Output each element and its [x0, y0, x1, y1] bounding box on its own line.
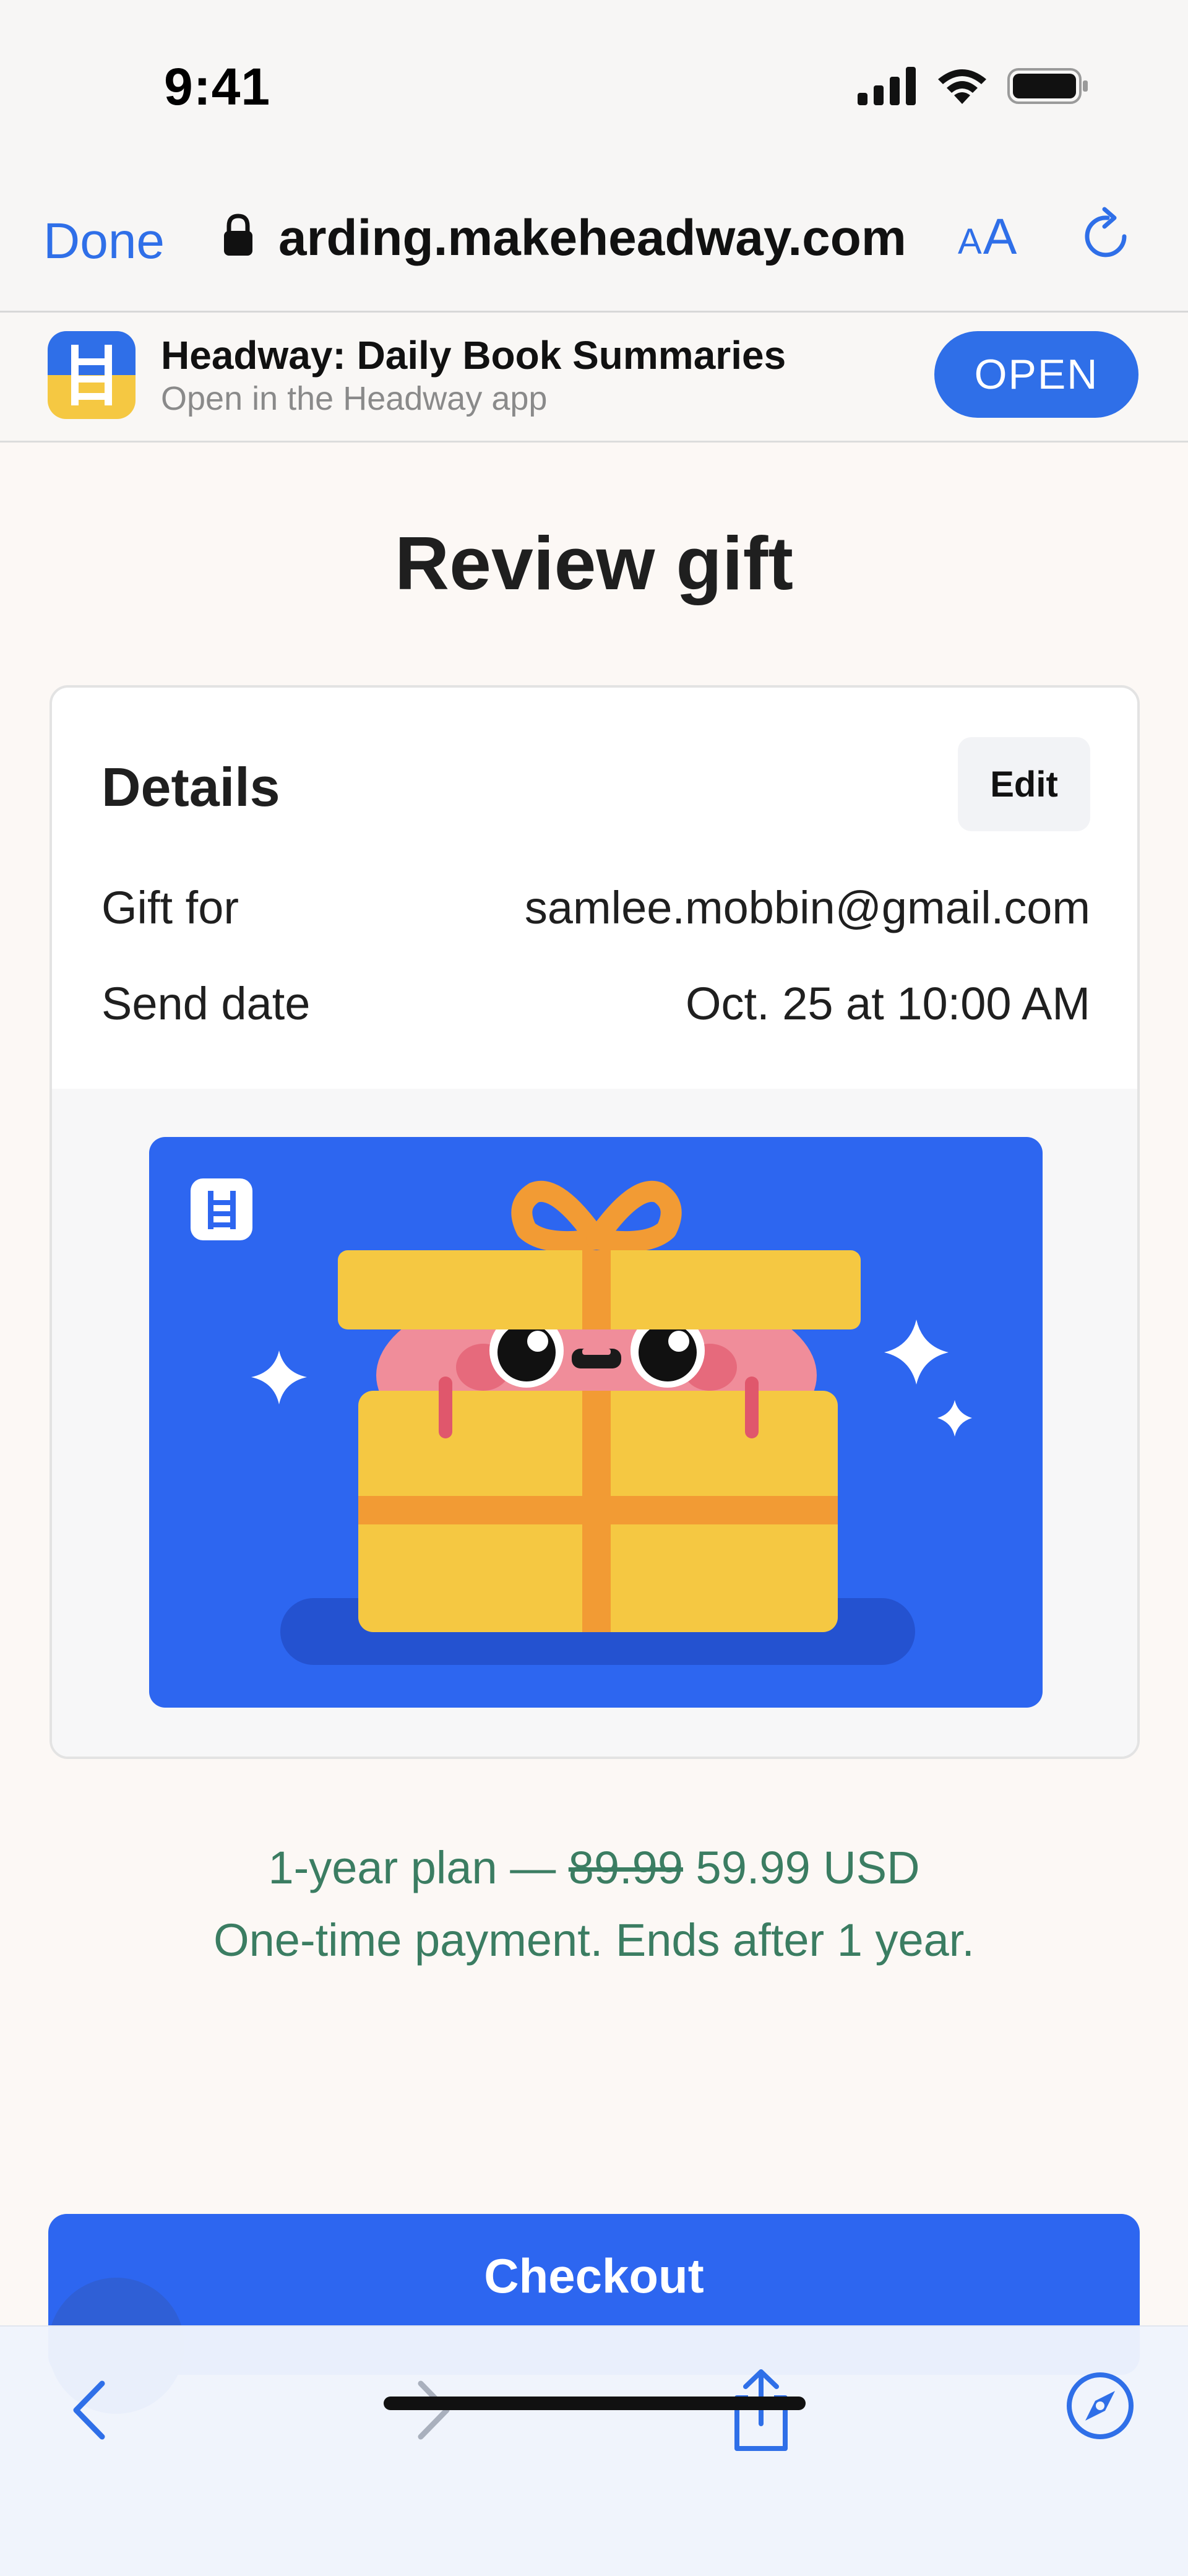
- gift-for-row: Gift for samlee.mobbin@gmail.com: [101, 876, 1090, 938]
- done-button[interactable]: Done: [43, 212, 165, 270]
- old-price: 89.99: [568, 1842, 683, 1893]
- smart-app-banner: Headway: Daily Book Summaries Open in th…: [0, 313, 1188, 443]
- send-date-value: Oct. 25 at 10:00 AM: [685, 977, 1090, 1029]
- lock-icon: [224, 214, 252, 256]
- headway-app-icon: [48, 331, 136, 419]
- gift-card-illustration: [149, 1137, 1043, 1708]
- edit-button[interactable]: Edit: [958, 737, 1090, 831]
- gift-details-card: Details Edit Gift for samlee.mobbin@gmai…: [50, 685, 1140, 1759]
- text-size-large-glyph: A: [983, 209, 1018, 265]
- send-date-row: Send date Oct. 25 at 10:00 AM: [101, 972, 1090, 1034]
- gift-card-preview-area: [52, 1089, 1137, 1757]
- plan-name: 1-year plan —: [268, 1842, 556, 1893]
- gift-for-label: Gift for: [101, 881, 239, 933]
- url-address-field[interactable]: arding.makeheadway.com: [278, 209, 916, 271]
- compass-icon[interactable]: [1064, 2370, 1136, 2442]
- browser-url-bar: Done arding.makeheadway.com AA: [0, 173, 1188, 313]
- plan-price-line: 1-year plan — 89.99 59.99 USD: [0, 1841, 1188, 1894]
- page-title: Review gift: [394, 521, 793, 605]
- payment-note: One-time payment. Ends after 1 year.: [213, 1914, 975, 1966]
- forward-arrow-icon[interactable]: [402, 2376, 464, 2444]
- open-app-button[interactable]: OPEN: [934, 331, 1138, 418]
- headway-logo-icon: [191, 1178, 252, 1240]
- text-size-button[interactable]: AA: [958, 208, 1018, 266]
- details-heading: Details: [101, 756, 280, 818]
- share-icon[interactable]: [727, 2367, 795, 2453]
- gift-bow: [511, 1180, 682, 1253]
- status-time: 9:41: [164, 58, 271, 116]
- back-arrow-icon[interactable]: [59, 2376, 121, 2444]
- send-date-label: Send date: [101, 977, 311, 1029]
- reload-icon[interactable]: [1080, 204, 1135, 266]
- wifi-icon: [938, 69, 986, 104]
- battery-icon: [1007, 68, 1088, 104]
- text-size-small-glyph: A: [958, 222, 983, 262]
- new-price: 59.99 USD: [695, 1842, 920, 1893]
- browser-bottom-toolbar: [0, 2325, 1188, 2576]
- status-icons: [858, 67, 1089, 105]
- home-indicator: [384, 2397, 806, 2410]
- cellular-signal-icon: [858, 67, 916, 105]
- gift-for-value: samlee.mobbin@gmail.com: [524, 881, 1090, 933]
- app-banner-subtitle: Open in the Headway app: [161, 380, 548, 417]
- status-bar: 9:41: [0, 0, 1188, 173]
- app-banner-title: Headway: Daily Book Summaries: [161, 333, 786, 378]
